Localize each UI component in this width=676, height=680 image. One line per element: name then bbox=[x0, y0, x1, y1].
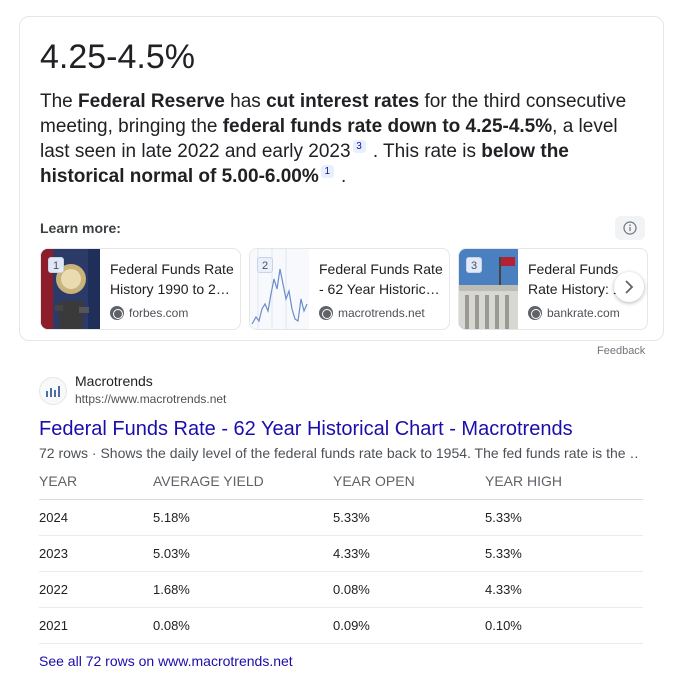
answer-snippet: The Federal Reserve has cut interest rat… bbox=[40, 89, 645, 189]
table-cell: 5.03% bbox=[153, 535, 333, 572]
snippet-text: . bbox=[335, 166, 347, 187]
result-description: 72 rows · Shows the daily level of the f… bbox=[39, 445, 639, 461]
column-header: YEAR OPEN bbox=[333, 464, 485, 500]
table-cell: 5.33% bbox=[485, 535, 643, 572]
table-cell: 2021 bbox=[39, 607, 153, 644]
source-card-1[interactable]: 1 Federal Funds Rate History 1990 to 2… … bbox=[40, 248, 241, 330]
table-cell: 0.10% bbox=[485, 607, 643, 644]
table-cell: 4.33% bbox=[333, 535, 485, 572]
table-cell: 1.68% bbox=[153, 571, 333, 608]
table-cell: 5.33% bbox=[333, 499, 485, 536]
source-domain: macrotrends.net bbox=[319, 306, 425, 320]
source-title: Federal Funds Rate - 62 Year Historic… bbox=[319, 259, 443, 299]
source-title-text: Federal Funds Rate History 1990 to 2… bbox=[110, 261, 234, 297]
source-title-text: Federal Funds Rate - 62 Year Historic… bbox=[319, 261, 443, 297]
citation-badge[interactable]: 1 bbox=[320, 165, 334, 178]
chevron-right-icon bbox=[625, 280, 634, 294]
source-domain-text: forbes.com bbox=[129, 306, 189, 320]
see-all-rows-link[interactable]: See all 72 rows on www.macrotrends.net bbox=[39, 653, 293, 669]
table-cell: 0.08% bbox=[333, 571, 485, 608]
info-icon bbox=[623, 221, 637, 235]
snippet-bold: federal funds rate down to 4.25-4.5% bbox=[222, 116, 553, 137]
table-header-row: YEAR AVERAGE YIELD YEAR OPEN YEAR HIGH bbox=[39, 464, 643, 500]
snippet-text: has bbox=[224, 91, 267, 112]
table-row: 2024 5.18% 5.33% 5.33% bbox=[39, 499, 643, 536]
source-number: 2 bbox=[257, 257, 273, 273]
source-domain: forbes.com bbox=[110, 306, 188, 320]
table-cell: 4.33% bbox=[485, 571, 643, 608]
source-number: 3 bbox=[466, 257, 482, 273]
result-title-link[interactable]: Federal Funds Rate - 62 Year Historical … bbox=[39, 417, 573, 441]
column-header: AVERAGE YIELD bbox=[153, 464, 333, 500]
snippet-bold: Federal Reserve bbox=[78, 91, 225, 112]
source-domain: bankrate.com bbox=[528, 306, 620, 320]
table-cell: 2022 bbox=[39, 571, 153, 608]
source-domain-text: bankrate.com bbox=[547, 306, 620, 320]
table-cell: 2023 bbox=[39, 535, 153, 572]
snippet-text: . This rate is bbox=[367, 141, 482, 162]
site-name: Macrotrends bbox=[75, 373, 153, 389]
table-cell: 5.18% bbox=[153, 499, 333, 536]
table-cell: 0.09% bbox=[333, 607, 485, 644]
site-favicon[interactable] bbox=[39, 377, 67, 405]
table-cell: 0.08% bbox=[153, 607, 333, 644]
citation-badge[interactable]: 3 bbox=[352, 140, 366, 153]
snippet-text: The bbox=[40, 91, 79, 112]
info-button[interactable] bbox=[615, 216, 645, 240]
table-cell: 2024 bbox=[39, 499, 153, 536]
source-number: 1 bbox=[48, 257, 64, 273]
source-domain-text: macrotrends.net bbox=[338, 306, 425, 320]
table-row: 2021 0.08% 0.09% 0.10% bbox=[39, 607, 643, 644]
bar-chart-icon bbox=[46, 386, 60, 397]
rates-table: YEAR AVERAGE YIELD YEAR OPEN YEAR HIGH 2… bbox=[39, 464, 643, 644]
source-card-2[interactable]: 2 Federal Funds Rate - 62 Year Historic…… bbox=[249, 248, 450, 330]
site-url[interactable]: https://www.macrotrends.net bbox=[75, 392, 226, 406]
table-row: 2023 5.03% 4.33% 5.33% bbox=[39, 535, 643, 572]
source-title: Federal Funds Rate History 1990 to 2… bbox=[110, 259, 234, 299]
globe-icon bbox=[319, 306, 333, 320]
carousel-next-button[interactable] bbox=[614, 272, 644, 302]
column-header: YEAR bbox=[39, 464, 153, 500]
snippet-bold: cut interest rates bbox=[266, 91, 420, 112]
column-header: YEAR HIGH bbox=[485, 464, 643, 500]
answer-headline: 4.25-4.5% bbox=[40, 38, 195, 76]
table-cell: 5.33% bbox=[485, 499, 643, 536]
table-row: 2022 1.68% 0.08% 4.33% bbox=[39, 571, 643, 608]
feedback-link[interactable]: Feedback bbox=[597, 345, 645, 357]
globe-icon bbox=[110, 306, 124, 320]
learn-more-label: Learn more: bbox=[40, 220, 121, 236]
ai-answer-card: 4.25-4.5% The Federal Reserve has cut in… bbox=[19, 16, 664, 341]
globe-icon bbox=[528, 306, 542, 320]
